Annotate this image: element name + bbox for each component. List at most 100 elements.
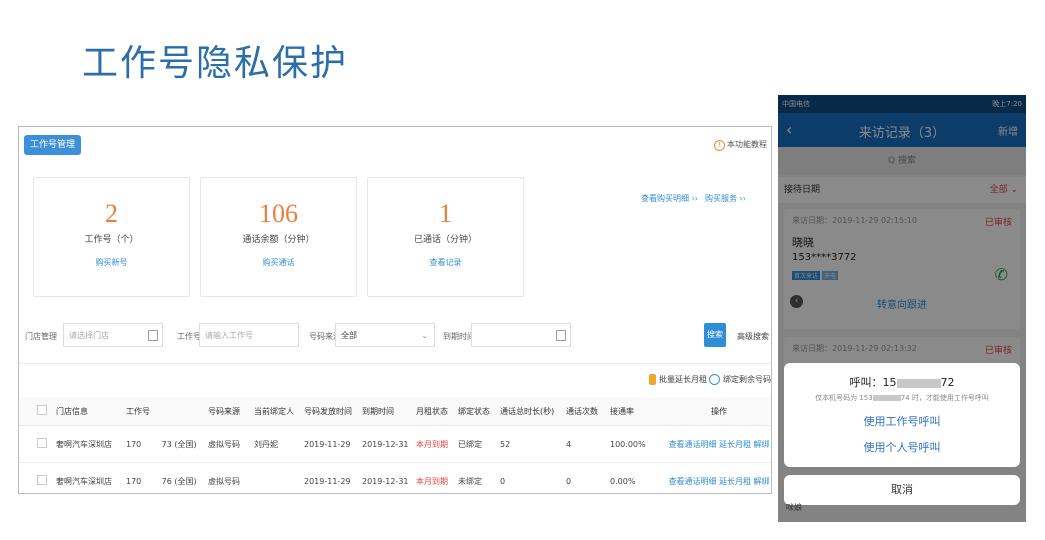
stat-label: 已通话（分钟） <box>413 235 477 245</box>
bulk-extend-button[interactable]: 批量延长月租 <box>649 374 707 385</box>
binder-cell: 刘丹妮 <box>253 425 303 463</box>
phone-screen: 中国电信 晚上7:20 ‹ 来访记录（3） 新增 Q 搜索 接待日期 全部 ⌄ … <box>778 95 1026 522</box>
tab-number-management[interactable]: 工作号管理 <box>24 135 82 155</box>
rent-status-cell: 本月到期 <box>415 462 457 493</box>
bind-status-cell: 已绑定 <box>457 425 499 463</box>
duration-cell: 0 <box>499 462 565 493</box>
column-header: 通话次数 <box>565 397 609 426</box>
tutorial-link[interactable]: ! 本功能教程 <box>714 139 767 151</box>
expire-date-input[interactable] <box>471 323 571 347</box>
row-checkbox[interactable] <box>37 438 47 448</box>
stat-card-balance: 106 通话余额（分钟） 购买通话 <box>200 177 357 297</box>
expire-cell: 2019-12-31 <box>361 462 415 493</box>
rate-cell: 0.00% <box>609 462 667 493</box>
admin-panel: 工作号管理 ! 本功能教程 2 工作号（个） 购买新号 106 通话余额（分钟） … <box>18 126 772 494</box>
info-icon: ! <box>714 140 725 151</box>
buy-service-link[interactable]: 购买服务 ›› <box>705 193 746 204</box>
column-header: 当前绑定人 <box>253 397 303 426</box>
bind-remaining-button[interactable]: 绑定剩余号码 <box>709 374 771 385</box>
rate-cell: 100.00% <box>609 425 667 463</box>
store-filter-label: 门店管理 <box>25 332 57 341</box>
column-header: 号码发放时间 <box>303 397 361 426</box>
row-select-cell <box>19 425 55 463</box>
bottom-label: 咪娘 <box>786 503 802 512</box>
row-checkbox[interactable] <box>37 475 47 485</box>
number-table: 门店信息 工作号 号码来源 当前绑定人 号码发放时间 到期时间 月租状态 绑定状… <box>19 397 771 493</box>
stat-card-used: 1 已通话（分钟） 查看记录 <box>367 177 524 297</box>
purchase-detail-link[interactable]: 查看购买明细 ›› <box>641 193 698 204</box>
slide-title: 工作号隐私保护 <box>82 43 349 84</box>
column-header: 接通率 <box>609 397 667 426</box>
source-value: 全部 <box>341 331 357 340</box>
calendar-icon <box>148 330 158 341</box>
use-work-number-button[interactable]: 使用工作号呼叫 <box>784 409 1020 435</box>
select-all-cell <box>19 397 55 426</box>
calendar-icon <box>556 330 566 341</box>
advanced-search-button[interactable]: 高级搜索 <box>737 331 769 342</box>
source-select[interactable]: 全部 ⌄ <box>335 323 435 347</box>
stat-label: 工作号（个） <box>84 235 139 245</box>
search-button[interactable]: 搜索 <box>704 323 726 347</box>
column-header: 通话总时长(秒) <box>499 397 565 426</box>
number-cell: 170 76 (全国) <box>125 462 207 493</box>
issued-cell: 2019-11-29 <box>303 425 361 463</box>
use-personal-number-button[interactable]: 使用个人号呼叫 <box>784 435 1020 461</box>
view-records-link[interactable]: 查看记录 <box>368 257 523 268</box>
source-cell: 虚拟号码 <box>207 425 253 463</box>
call-suffix: 72 <box>940 376 955 389</box>
expire-cell: 2019-12-31 <box>361 425 415 463</box>
filter-bar: 门店管理 请选择门店 工作号 请输入工作号 号码来源 全部 ⌄ 到期时间 搜索 高… <box>19 323 771 351</box>
store-placeholder: 请选择门店 <box>69 331 109 340</box>
stat-value: 2 <box>105 199 118 228</box>
column-header: 绑定状态 <box>457 397 499 426</box>
source-cell: 虚拟号码 <box>207 462 253 493</box>
table-row: 奢啊汽车深圳店 170 76 (全国) 虚拟号码 2019-11-29 2019… <box>19 462 771 493</box>
calls-cell: 4 <box>565 425 609 463</box>
link-icon <box>709 374 720 385</box>
stat-value: 106 <box>259 199 298 228</box>
bind-remaining-label: 绑定剩余号码 <box>723 375 771 384</box>
operations-links[interactable]: 查看通话明细 延长月租 解绑 <box>667 425 771 463</box>
bind-status-cell: 未绑定 <box>457 462 499 493</box>
cancel-button[interactable]: 取消 <box>784 475 1020 505</box>
column-header: 月租状态 <box>415 397 457 426</box>
divider <box>19 363 771 364</box>
store-select[interactable]: 请选择门店 <box>63 323 163 347</box>
dialog-note: 仅本机号码为 153 74 时，才能使用工作号呼叫 <box>784 393 1020 403</box>
masked-number <box>872 395 901 401</box>
store-cell: 奢啊汽车深圳店 <box>55 425 125 463</box>
call-target: 呼叫：15 72 <box>784 374 1020 390</box>
store-cell: 奢啊汽车深圳店 <box>55 462 125 493</box>
calls-cell: 0 <box>565 462 609 493</box>
buy-number-link[interactable]: 购买新号 <box>34 257 189 268</box>
masked-number <box>896 378 941 388</box>
table-header-row: 门店信息 工作号 号码来源 当前绑定人 号码发放时间 到期时间 月租状态 绑定状… <box>19 397 771 426</box>
number-cell: 170 73 (全国) <box>125 425 207 463</box>
stat-label: 通话余额（分钟） <box>242 235 315 245</box>
duration-cell: 52 <box>499 425 565 463</box>
select-all-checkbox[interactable] <box>37 405 47 415</box>
column-header: 门店信息 <box>55 397 125 426</box>
column-header: 操作 <box>667 397 771 426</box>
column-header: 到期时间 <box>361 397 415 426</box>
number-placeholder: 请输入工作号 <box>205 331 253 340</box>
row-select-cell <box>19 462 55 493</box>
chevron-down-icon: ⌄ <box>421 331 428 340</box>
stat-value: 1 <box>439 199 452 228</box>
column-header: 号码来源 <box>207 397 253 426</box>
bulk-extend-label: 批量延长月租 <box>659 375 707 384</box>
lock-icon <box>649 374 656 385</box>
rent-status-cell: 本月到期 <box>415 425 457 463</box>
issued-cell: 2019-11-29 <box>303 462 361 493</box>
table-row: 奢啊汽车深圳店 170 73 (全国) 虚拟号码 刘丹妮 2019-11-29 … <box>19 425 771 463</box>
column-header: 工作号 <box>125 397 207 426</box>
tutorial-label: 本功能教程 <box>727 140 767 149</box>
call-dialog: 呼叫：15 72 仅本机号码为 153 74 时，才能使用工作号呼叫 使用工作号呼叫… <box>784 363 1020 467</box>
note-suffix: 74 时，才能使用工作号呼叫 <box>900 394 989 402</box>
operations-links[interactable]: 查看通话明细 延长月租 解绑 <box>667 462 771 493</box>
number-filter-label: 工作号 <box>177 332 201 341</box>
buy-call-link[interactable]: 购买通话 <box>201 257 356 268</box>
binder-cell <box>253 462 303 493</box>
note-prefix: 仅本机号码为 153 <box>815 394 873 402</box>
number-input[interactable]: 请输入工作号 <box>199 323 299 347</box>
